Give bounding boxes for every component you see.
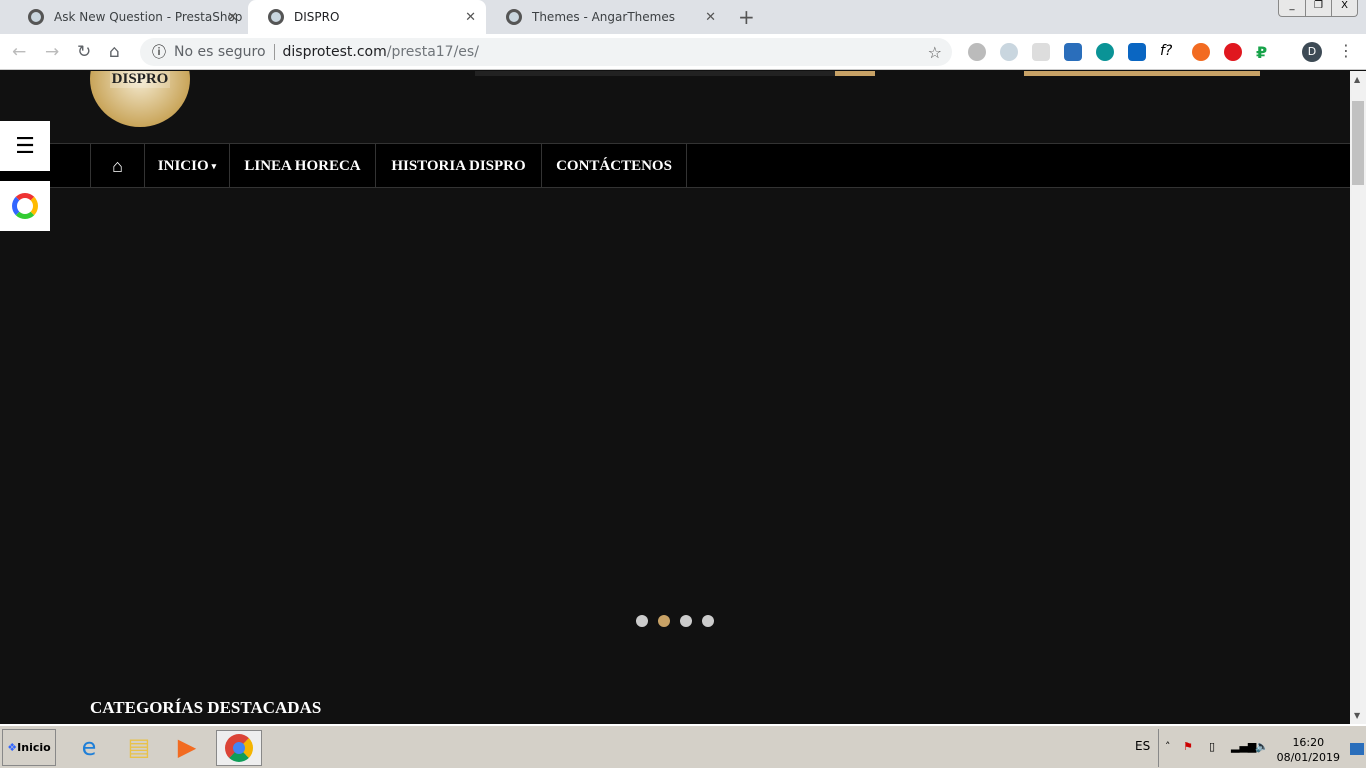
volume-icon[interactable]: 🔈: [1255, 740, 1269, 753]
search-bar[interactable]: [475, 71, 835, 76]
linkedin-icon[interactable]: [1128, 43, 1146, 61]
forward-button[interactable]: →: [45, 42, 59, 62]
security-label: No es seguro: [174, 44, 275, 60]
new-tab-button[interactable]: +: [738, 5, 755, 29]
taskbar: ❖ Inicio e ▤ ▶ ES ˄ ⚑ ▯ ▂▄▆ 🔈 16:20 08/01/…: [0, 724, 1366, 768]
slider-dot[interactable]: [680, 615, 692, 627]
prestashop-favicon-icon: [28, 9, 44, 25]
home-button[interactable]: ⌂: [109, 42, 120, 62]
bookmark-star-icon[interactable]: ☆: [928, 43, 942, 62]
close-tab-icon[interactable]: ✕: [227, 10, 238, 25]
ruble-icon[interactable]: ₽: [1256, 43, 1274, 62]
settings-sliders-icon[interactable]: ☰: [0, 121, 50, 171]
start-button[interactable]: ❖ Inicio: [2, 729, 56, 766]
home-icon[interactable]: ⌂: [90, 144, 144, 188]
prestashop-favicon-icon: [268, 9, 284, 25]
close-tab-icon[interactable]: ✕: [465, 10, 476, 25]
close-tab-icon[interactable]: ✕: [705, 10, 716, 25]
network-icon[interactable]: ▂▄▆: [1231, 740, 1256, 753]
profile-avatar[interactable]: D: [1302, 42, 1322, 62]
url-text: disprotest.com/presta17/es/: [282, 44, 479, 60]
nav-historia-dispro[interactable]: HISTORIA DISPRO: [375, 144, 541, 188]
slider-pagination: [636, 615, 714, 627]
search-button[interactable]: [835, 71, 875, 76]
restore-button[interactable]: ❐: [1305, 0, 1331, 16]
file-explorer-icon[interactable]: ▤: [122, 730, 156, 764]
back-button[interactable]: ←: [12, 42, 26, 62]
chevron-down-icon: ▾: [211, 160, 217, 171]
slider-dot[interactable]: [636, 615, 648, 627]
section-title: CATEGORÍAS DESTACADAS: [90, 698, 321, 724]
close-window-button[interactable]: X: [1331, 0, 1357, 16]
chrome-icon[interactable]: [216, 730, 262, 766]
system-tray: ˄ ⚑ ▯ ▂▄▆ 🔈 16:20 08/01/2019: [1158, 729, 1366, 767]
media-player-icon[interactable]: ▶: [170, 730, 204, 764]
header-gold-bar[interactable]: [1024, 71, 1260, 76]
tab-dispro[interactable]: DISPRO ✕: [248, 0, 486, 34]
tab-title: DISPRO: [294, 10, 340, 24]
address-bar[interactable]: ⓘ No es seguro disprotest.com/presta17/e…: [140, 38, 952, 66]
palette-icon[interactable]: [1096, 43, 1114, 61]
page-viewport: DISPRO ⌂ INICIO ▾ LINEA HORECA HISTORIA D…: [0, 71, 1350, 724]
slider-dot-active[interactable]: [658, 615, 670, 627]
window-controls: _ ❐ X: [1278, 0, 1358, 17]
nav-inicio[interactable]: INICIO ▾: [144, 144, 229, 188]
tab-themes[interactable]: Themes - AngarThemes ✕: [486, 0, 726, 34]
scrollbar[interactable]: ▲ ▼: [1350, 71, 1366, 724]
nav-linea-horeca[interactable]: LINEA HORECA: [229, 144, 375, 188]
eyedropper-icon[interactable]: [1032, 43, 1050, 61]
tab-title: Themes - AngarThemes: [532, 10, 675, 24]
color-wheel-icon[interactable]: [0, 181, 50, 231]
site-logo[interactable]: DISPRO: [90, 71, 190, 127]
prestashop-icon[interactable]: [1000, 43, 1018, 61]
font-icon[interactable]: f?: [1160, 43, 1178, 61]
battery-icon[interactable]: ▯: [1209, 740, 1215, 753]
lifebuoy-icon[interactable]: [1192, 43, 1210, 61]
clock[interactable]: 16:20 08/01/2019: [1277, 735, 1340, 765]
minimize-button[interactable]: _: [1279, 0, 1305, 16]
browser-menu-icon[interactable]: ⋮: [1338, 41, 1354, 60]
tab-ask-new-question[interactable]: Ask New Question - PrestaShop ✕: [8, 0, 248, 34]
action-center-icon[interactable]: ⚑: [1183, 740, 1193, 753]
s-icon[interactable]: [1064, 43, 1082, 61]
main-navigation: ⌂ INICIO ▾ LINEA HORECA HISTORIA DISPRO C…: [0, 143, 1350, 188]
windows-logo-icon: ❖: [7, 741, 18, 754]
prestashop-favicon-icon: [506, 9, 522, 25]
adobe-icon[interactable]: [1224, 43, 1242, 61]
language-indicator[interactable]: ES: [1135, 739, 1150, 753]
tab-title: Ask New Question - PrestaShop: [54, 10, 243, 24]
tab-strip: Ask New Question - PrestaShop ✕ DISPRO ✕ T…: [0, 0, 1366, 34]
browser-toolbar: ← → ↻ ⌂ ⓘ No es seguro disprotest.com/pr…: [0, 34, 1366, 70]
nav-contactenos[interactable]: CONTÁCTENOS: [541, 144, 687, 188]
skype-icon[interactable]: [968, 43, 986, 61]
internet-explorer-icon[interactable]: e: [72, 730, 106, 764]
show-hidden-icons[interactable]: ˄: [1165, 740, 1171, 753]
info-icon[interactable]: ⓘ: [152, 42, 166, 62]
show-desktop-icon[interactable]: [1350, 743, 1364, 755]
reload-button[interactable]: ↻: [77, 42, 91, 62]
logo-text: DISPRO: [109, 71, 171, 88]
slider-dot[interactable]: [702, 615, 714, 627]
